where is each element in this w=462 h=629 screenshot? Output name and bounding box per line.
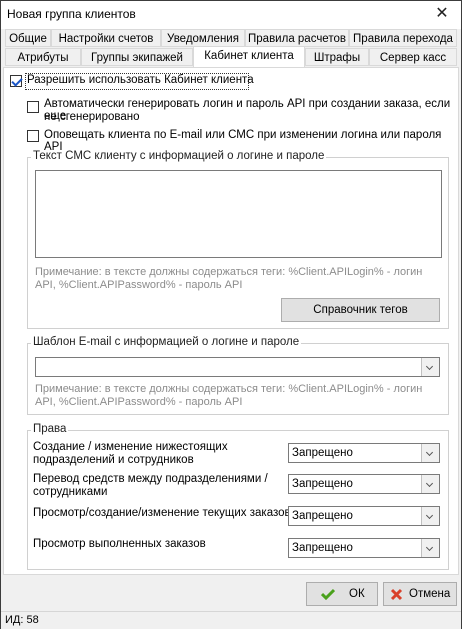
cancel-icon [390, 588, 403, 601]
right-2-label-line2: сотрудниками [33, 486, 108, 498]
email-group-title: Шаблон E-mail с информацией о логине и п… [31, 336, 302, 348]
right-4-select[interactable]: Запрещено [288, 538, 440, 558]
right-1-label-line1: Создание / изменение нижестоящих [33, 441, 228, 453]
right-4-label: Просмотр выполненных заказов [33, 538, 206, 550]
right-1-value: Запрещено [292, 447, 353, 459]
right-2-label-line1: Перевод средств между подразделениями / [33, 473, 268, 485]
right-3-value: Запрещено [292, 510, 353, 522]
chevron-down-icon[interactable] [421, 507, 439, 525]
tab-client-cabinet[interactable]: Кабинет клиента [193, 46, 305, 67]
notify-client-checkbox[interactable] [27, 130, 39, 142]
email-note-line1: Примечание: в тексте должны содержаться … [35, 383, 423, 395]
tab-notifications[interactable]: Уведомления [161, 29, 245, 47]
right-4-value: Запрещено [292, 542, 353, 554]
email-template-combo[interactable] [35, 357, 440, 377]
ok-label: ОК [349, 588, 365, 600]
email-note-line2: API, %Client.APIPassword% - пароль API [35, 396, 243, 408]
checkmark-icon [321, 588, 335, 600]
right-1-select[interactable]: Запрещено [288, 443, 440, 463]
tab-fines[interactable]: Штрафы [305, 48, 369, 66]
allow-cabinet-label: Разрешить использовать Кабинет клиента [27, 74, 254, 86]
tab-invoice-settings[interactable]: Настройки счетов [51, 29, 161, 47]
sms-note-line2: API, %Client.APIPassword% - пароль API [35, 279, 243, 291]
allow-cabinet-checkbox[interactable] [10, 75, 22, 87]
tab-crew-groups[interactable]: Группы экипажей [81, 48, 193, 66]
chevron-down-icon[interactable] [421, 539, 439, 557]
sms-text-input[interactable] [35, 170, 442, 258]
sms-group-title: Текст СМС клиенту с информацией о логине… [31, 150, 327, 162]
chevron-down-icon[interactable] [421, 444, 439, 462]
record-id: ИД: 58 [5, 614, 39, 626]
right-2-select[interactable]: Запрещено [288, 474, 440, 494]
auto-generate-label-line2: не сгенерировано [44, 111, 140, 123]
auto-generate-checkbox[interactable] [27, 101, 39, 113]
right-3-select[interactable]: Запрещено [288, 506, 440, 526]
right-2-value: Запрещено [292, 478, 353, 490]
right-1-label-line2: подразделений и сотрудников [33, 454, 194, 466]
window-title: Новая группа клиентов [7, 7, 136, 21]
tab-calc-rules[interactable]: Правила расчетов [245, 29, 349, 47]
button-bar: ОК Отмена [1, 575, 461, 613]
title-bar: Новая группа клиентов ✕ [1, 1, 461, 29]
right-3-label: Просмотр/создание/изменение текущих зака… [33, 507, 291, 519]
tab-panel: Разрешить использовать Кабинет клиента А… [3, 67, 459, 575]
tab-transition-rules[interactable]: Правила перехода [349, 29, 457, 47]
status-bar: ИД: 58 [1, 611, 461, 629]
cancel-button[interactable]: Отмена [383, 582, 457, 606]
chevron-down-icon[interactable] [421, 475, 439, 493]
tags-reference-button[interactable]: Справочник тегов [281, 298, 440, 322]
tab-cash-server[interactable]: Сервер касс [369, 48, 457, 66]
ok-button[interactable]: ОК [306, 582, 378, 606]
tab-attributes[interactable]: Атрибуты [5, 48, 81, 66]
sms-note-line1: Примечание: в тексте должны содержаться … [35, 266, 423, 278]
tab-general[interactable]: Общие [5, 29, 51, 47]
cancel-label: Отмена [409, 588, 451, 600]
chevron-down-icon[interactable] [421, 358, 439, 376]
close-icon[interactable]: ✕ [429, 3, 455, 25]
rights-group-title: Права [31, 423, 69, 435]
dialog-window: Новая группа клиентов ✕ Общие Настройки … [0, 0, 462, 629]
